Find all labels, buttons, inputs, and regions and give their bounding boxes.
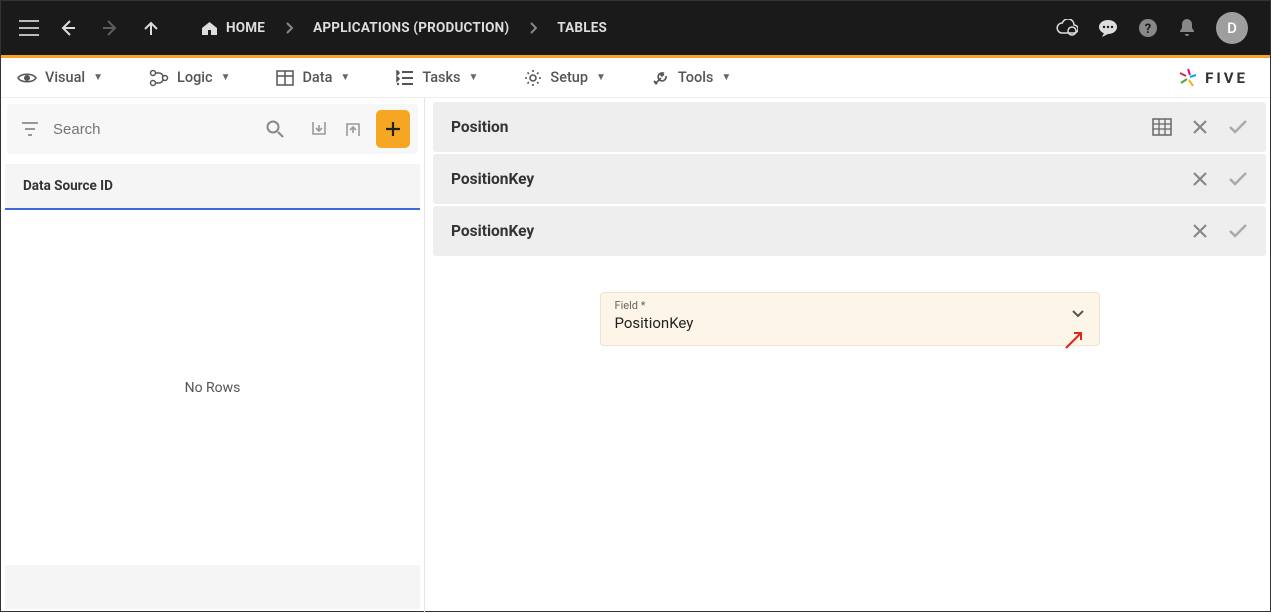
panel-header-title: Position xyxy=(451,118,509,136)
close-icon[interactable] xyxy=(1192,223,1208,239)
chevron-down-icon[interactable] xyxy=(1071,309,1085,319)
up-button[interactable] xyxy=(133,14,169,42)
panel-header-positionkey-2[interactable]: PositionKey xyxy=(433,206,1266,256)
chevron-right-icon xyxy=(527,22,539,34)
avatar-initial: D xyxy=(1227,19,1237,37)
caret-down-icon: ▼ xyxy=(596,72,606,83)
plus-icon xyxy=(384,120,402,138)
import-icon[interactable] xyxy=(304,114,334,144)
eye-icon xyxy=(17,71,37,85)
gear-icon xyxy=(524,69,542,87)
breadcrumb-label: HOME xyxy=(226,20,265,36)
top-navigation-bar: HOME APPLICATIONS (PRODUCTION) TABLES ? … xyxy=(1,1,1270,55)
field-value: PositionKey xyxy=(615,314,1085,332)
breadcrumb-tables[interactable]: TABLES xyxy=(543,20,621,36)
menu-label: Visual xyxy=(45,69,85,86)
breadcrumb-applications[interactable]: APPLICATIONS (PRODUCTION) xyxy=(299,20,523,36)
list-icon xyxy=(396,70,414,86)
menu-logic[interactable]: Logic ▼ xyxy=(143,65,236,91)
breadcrumb-label: TABLES xyxy=(557,20,607,36)
field-dropdown[interactable]: Field * PositionKey xyxy=(600,292,1100,346)
avatar[interactable]: D xyxy=(1216,12,1248,44)
chat-icon[interactable] xyxy=(1098,19,1118,37)
close-icon[interactable] xyxy=(1192,171,1208,187)
caret-down-icon: ▼ xyxy=(221,72,231,83)
search-row xyxy=(7,104,418,154)
check-icon[interactable] xyxy=(1228,119,1248,135)
back-button[interactable] xyxy=(49,13,87,43)
panel-header-title: PositionKey xyxy=(451,222,534,240)
menu-bar: Visual ▼ Logic ▼ Data ▼ Tasks ▼ Setup ▼ … xyxy=(1,58,1270,98)
check-icon[interactable] xyxy=(1228,223,1248,239)
menu-tasks[interactable]: Tasks ▼ xyxy=(390,65,484,90)
annotation-arrow-icon xyxy=(1063,329,1085,351)
menu-tools[interactable]: Tools ▼ xyxy=(646,65,737,91)
menu-label: Logic xyxy=(177,69,213,86)
brand-mark-icon xyxy=(1177,67,1199,89)
help-icon[interactable]: ? xyxy=(1138,18,1158,38)
panel-header-positionkey-1[interactable]: PositionKey xyxy=(433,154,1266,204)
grid-icon[interactable] xyxy=(1152,118,1172,136)
empty-state: No Rows xyxy=(5,210,420,565)
bell-icon[interactable] xyxy=(1178,18,1196,38)
close-icon[interactable] xyxy=(1192,119,1208,135)
field-label: Field * xyxy=(615,299,1085,312)
panel-body: Field * PositionKey xyxy=(433,258,1266,609)
right-panel: Position PositionKey xyxy=(425,98,1270,613)
search-input[interactable] xyxy=(49,115,256,144)
wrench-icon xyxy=(652,69,670,87)
breadcrumb-home[interactable]: HOME xyxy=(187,20,279,36)
menu-label: Setup xyxy=(550,69,588,86)
main-split: Data Source ID No Rows Position Posi xyxy=(1,98,1270,613)
panel-header-title: PositionKey xyxy=(451,170,534,188)
caret-down-icon: ▼ xyxy=(340,72,350,83)
menu-label: Tools xyxy=(678,69,713,86)
empty-state-text: No Rows xyxy=(185,380,241,396)
chevron-right-icon xyxy=(283,22,295,34)
menu-label: Tasks xyxy=(422,69,460,86)
menu-visual[interactable]: Visual ▼ xyxy=(11,65,109,90)
left-footer xyxy=(5,565,420,609)
svg-text:?: ? xyxy=(1145,22,1151,37)
caret-down-icon: ▼ xyxy=(469,72,479,83)
table-icon xyxy=(276,70,294,86)
caret-down-icon: ▼ xyxy=(93,72,103,83)
menu-setup[interactable]: Setup ▼ xyxy=(518,65,612,91)
left-panel: Data Source ID No Rows xyxy=(1,98,425,613)
caret-down-icon: ▼ xyxy=(721,72,731,83)
menu-icon[interactable] xyxy=(13,14,45,42)
panel-header-position[interactable]: Position xyxy=(433,102,1266,152)
brand-logo: FIVE xyxy=(1177,67,1260,89)
forward-button xyxy=(91,13,129,43)
check-icon[interactable] xyxy=(1228,171,1248,187)
add-button[interactable] xyxy=(376,110,410,148)
breadcrumb-label: APPLICATIONS (PRODUCTION) xyxy=(313,20,509,36)
export-icon[interactable] xyxy=(338,114,368,144)
filter-icon[interactable] xyxy=(15,116,45,142)
column-header-label: Data Source ID xyxy=(23,178,113,194)
brand-text: FIVE xyxy=(1205,69,1248,87)
search-icon[interactable] xyxy=(260,114,290,144)
menu-label: Data xyxy=(302,69,332,86)
menu-data[interactable]: Data ▼ xyxy=(270,65,356,90)
column-header[interactable]: Data Source ID xyxy=(5,164,420,210)
branch-icon xyxy=(149,69,169,87)
topbar-right-actions: ? D xyxy=(1056,12,1258,44)
cloud-icon[interactable] xyxy=(1056,19,1078,37)
